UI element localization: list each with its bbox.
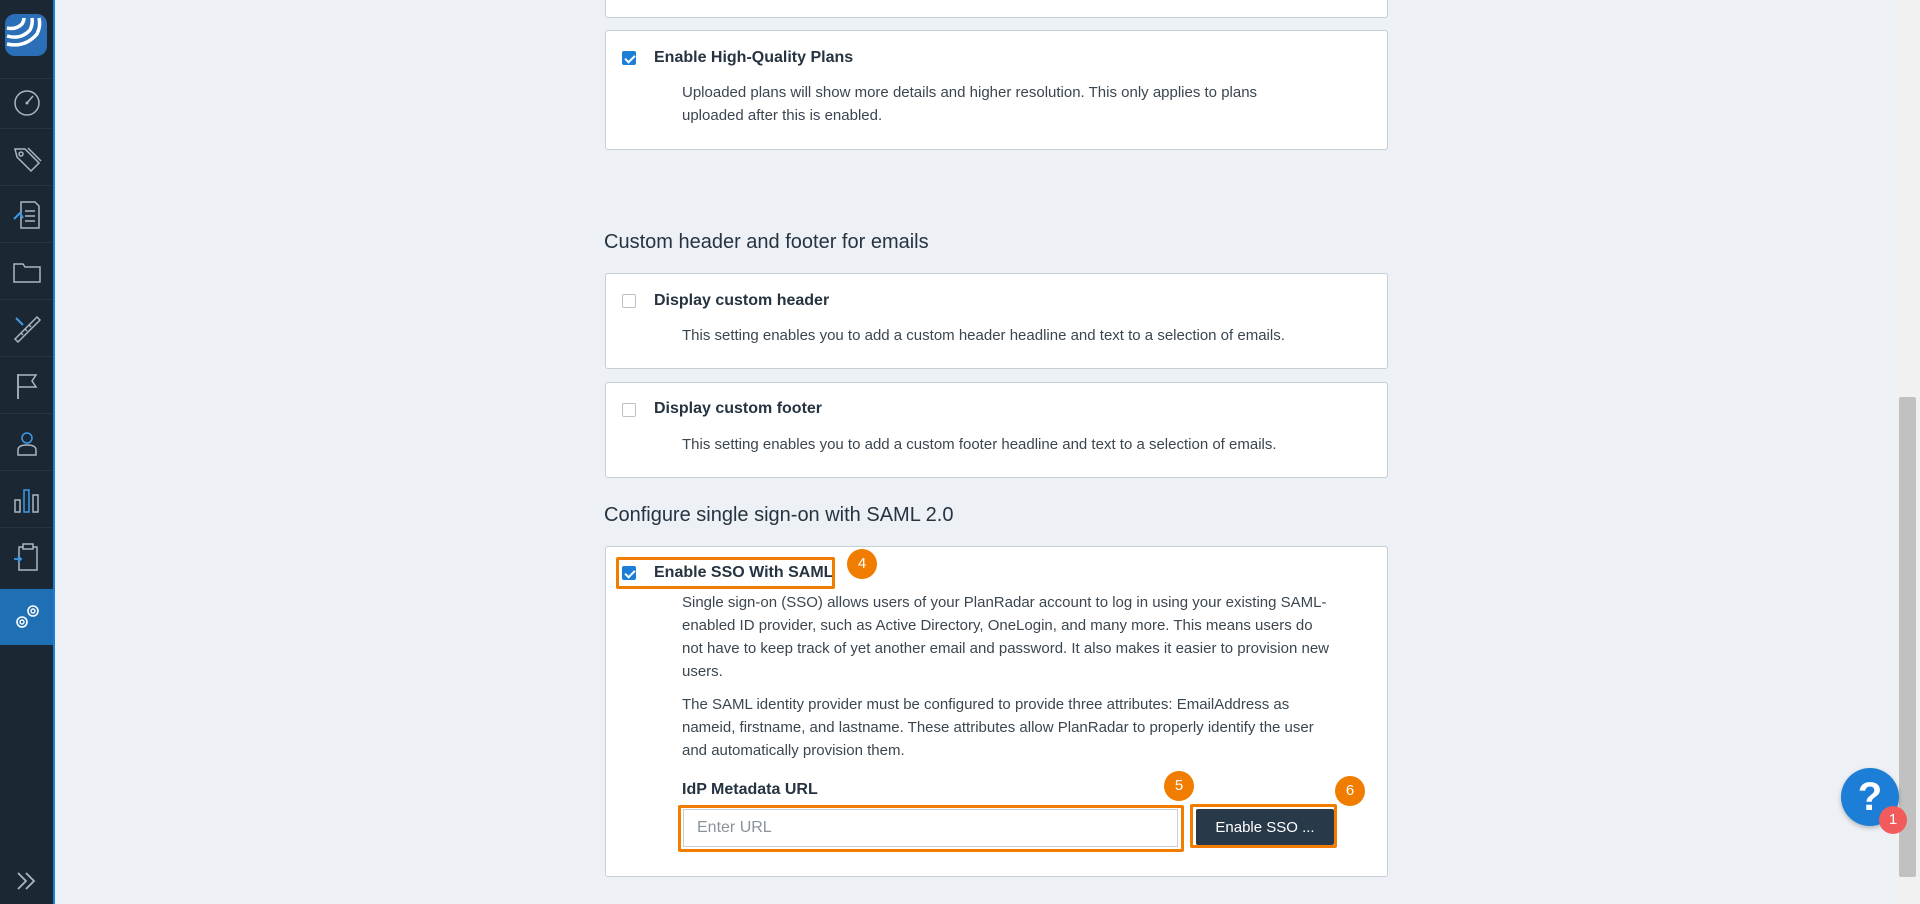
hq-plans-checkbox[interactable] bbox=[622, 51, 636, 65]
bar-chart-icon bbox=[13, 489, 39, 513]
nav-settings[interactable] bbox=[0, 589, 53, 645]
expand-sidebar-button[interactable] bbox=[0, 858, 53, 904]
settings-gears-icon bbox=[15, 605, 39, 628]
highlight-enable-saml bbox=[616, 557, 835, 589]
custom-footer-description: This setting enables you to add a custom… bbox=[682, 436, 1277, 453]
annotation-badge-5: 5 bbox=[1164, 771, 1194, 801]
flag-icon bbox=[16, 374, 37, 399]
custom-footer-title: Display custom footer bbox=[654, 400, 823, 417]
saml-section-title: Configure single sign-on with SAML 2.0 bbox=[604, 504, 954, 526]
idp-metadata-label: IdP Metadata URL bbox=[682, 781, 818, 798]
dashboard-gauge-icon bbox=[13, 90, 40, 116]
custom-header-checkbox[interactable] bbox=[622, 294, 636, 308]
sidebar bbox=[0, 0, 55, 904]
emails-section-title: Custom header and footer for emails bbox=[604, 231, 929, 253]
help-notification-badge: 1 bbox=[1879, 806, 1907, 834]
annotation-badge-4: 4 bbox=[847, 549, 877, 579]
annotation-badge-6: 6 bbox=[1335, 776, 1365, 806]
double-chevron-right-icon bbox=[16, 872, 35, 890]
custom-footer-checkbox[interactable] bbox=[622, 403, 636, 417]
nav-tags[interactable] bbox=[0, 133, 53, 185]
highlight-enable-sso-button bbox=[1190, 804, 1337, 848]
hq-plans-title: Enable High-Quality Plans bbox=[654, 49, 854, 66]
nav-milestones[interactable] bbox=[0, 360, 53, 412]
nav-users[interactable] bbox=[0, 417, 53, 469]
planradar-logo[interactable] bbox=[5, 14, 47, 56]
hq-plans-description: Uploaded plans will show more details an… bbox=[682, 84, 1258, 124]
previous-setting-card bbox=[605, 0, 1388, 18]
tickets-report-icon bbox=[12, 201, 40, 229]
clipboard-icon bbox=[13, 543, 38, 571]
custom-header-title: Display custom header bbox=[654, 292, 830, 309]
nav-tickets[interactable] bbox=[0, 189, 53, 241]
saml-paragraph-1: Single sign-on (SSO) allows users of you… bbox=[682, 594, 1330, 680]
highlight-url-input bbox=[678, 805, 1184, 852]
nav-reports[interactable] bbox=[0, 474, 53, 526]
scrollbar-thumb[interactable] bbox=[1899, 397, 1916, 877]
nav-forms[interactable] bbox=[0, 531, 53, 583]
nav-plans[interactable] bbox=[0, 303, 53, 355]
custom-header-description: This setting enables you to add a custom… bbox=[682, 327, 1285, 344]
saml-paragraph-2: The SAML identity provider must be confi… bbox=[682, 696, 1314, 759]
nav-projects[interactable] bbox=[0, 246, 53, 298]
user-icon bbox=[16, 432, 37, 456]
folder-icon bbox=[12, 263, 41, 283]
hq-plans-card: Enable High-Quality Plans Uploaded plans… bbox=[605, 30, 1388, 150]
custom-footer-card: Display custom footer This setting enabl… bbox=[605, 382, 1388, 478]
nav-dashboard[interactable] bbox=[0, 76, 53, 128]
tags-icon bbox=[13, 147, 42, 173]
ruler-pencil-icon bbox=[13, 315, 41, 344]
custom-header-card: Display custom header This setting enabl… bbox=[605, 273, 1388, 369]
